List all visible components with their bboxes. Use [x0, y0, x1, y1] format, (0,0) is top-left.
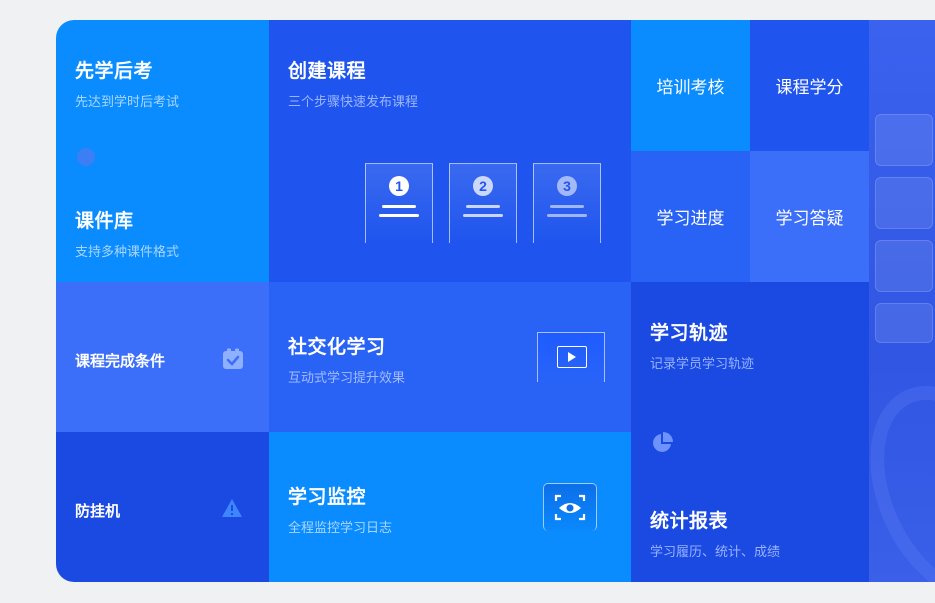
step-card-2: 2	[449, 163, 517, 243]
tile-social-learning[interactable]: 社交化学习 互动式学习提升效果	[269, 282, 631, 432]
feature-grid: 先学后考 先达到学时后考试 课件库 支持多种课件格式 课程完成条件 防挂机 创建…	[56, 20, 935, 582]
social-title: 社交化学习	[288, 337, 386, 358]
step-number-1: 1	[389, 176, 409, 196]
ghost-card	[875, 177, 933, 229]
trajectory-title: 学习轨迹	[650, 323, 729, 344]
tile-anti-idle[interactable]: 防挂机	[56, 432, 269, 582]
eye-scan-icon	[543, 483, 597, 531]
tile-learning-monitor[interactable]: 学习监控 全程监控学习日志	[269, 432, 631, 582]
monitor-title: 学习监控	[288, 487, 367, 508]
create-course-subtitle: 三个步骤快速发布课程	[288, 94, 419, 109]
tile-learning-progress[interactable]: 学习进度	[631, 151, 750, 282]
tile-create-course[interactable]: 创建课程 三个步骤快速发布课程 1 2 3	[269, 20, 631, 282]
reports-title: 统计报表	[650, 511, 729, 532]
reports-subtitle: 学习履历、统计、成绩	[650, 544, 781, 559]
step-number-2: 2	[473, 176, 493, 196]
ghost-card	[875, 114, 933, 166]
create-course-title: 创建课程	[288, 61, 367, 82]
courseware-subtitle: 支持多种课件格式	[75, 244, 180, 259]
step-bar	[466, 205, 500, 208]
warning-icon	[222, 499, 242, 517]
tile-learn-first-and-courseware[interactable]: 先学后考 先达到学时后考试 课件库 支持多种课件格式	[56, 20, 269, 282]
pie-chart-icon	[653, 432, 673, 452]
trajectory-subtitle: 记录学员学习轨迹	[650, 356, 755, 371]
tile-learning-qa[interactable]: 学习答疑	[750, 151, 869, 282]
ghost-card	[875, 240, 933, 292]
small-circle-icon	[77, 148, 95, 166]
tile-trajectory-and-reports[interactable]: 学习轨迹 记录学员学习轨迹 统计报表 学习履历、统计、成绩	[631, 282, 869, 582]
social-subtitle: 互动式学习提升效果	[288, 370, 406, 385]
course-credit-label: 课程学分	[775, 78, 844, 97]
decorative-swoosh	[869, 359, 935, 582]
courseware-title: 课件库	[75, 211, 134, 232]
step-bar	[547, 214, 587, 217]
decorative-side-panel	[869, 20, 935, 582]
step-bar	[382, 205, 416, 208]
tile-training-exam[interactable]: 培训考核	[631, 20, 750, 151]
training-exam-label: 培训考核	[656, 78, 725, 97]
learn-first-title: 先学后考	[75, 61, 154, 82]
step-card-3: 3	[533, 163, 601, 243]
step-bar	[550, 205, 584, 208]
step-bar	[463, 214, 503, 217]
tile-completion-condition[interactable]: 课程完成条件	[56, 282, 269, 432]
video-play-icon	[537, 332, 605, 382]
ghost-card	[875, 303, 933, 343]
progress-label: 学习进度	[656, 209, 725, 228]
learn-first-subtitle: 先达到学时后考试	[75, 94, 180, 109]
monitor-subtitle: 全程监控学习日志	[288, 520, 393, 535]
step-bar	[379, 214, 419, 217]
qa-label: 学习答疑	[775, 209, 844, 228]
step-card-1: 1	[365, 163, 433, 243]
anti-idle-label: 防挂机	[75, 503, 121, 520]
completion-label: 课程完成条件	[75, 353, 166, 370]
tile-course-credit[interactable]: 课程学分	[750, 20, 869, 151]
step-number-3: 3	[557, 176, 577, 196]
clipboard-check-icon	[223, 348, 243, 369]
